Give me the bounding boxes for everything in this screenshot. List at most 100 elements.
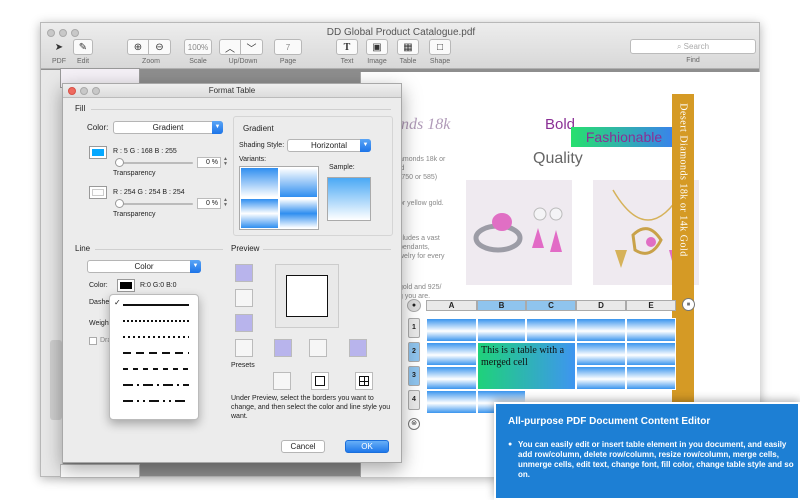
border-right-icon[interactable] bbox=[349, 339, 367, 357]
dash-option-dash-dot[interactable] bbox=[123, 377, 189, 392]
row-header[interactable]: 1 bbox=[408, 318, 420, 338]
column-header[interactable]: B bbox=[477, 300, 526, 311]
chevron-down-icon[interactable]: ﹀ bbox=[241, 39, 263, 55]
border-preview-area[interactable] bbox=[275, 264, 339, 328]
border-outer-icon[interactable] bbox=[274, 339, 292, 357]
table-cell[interactable] bbox=[626, 318, 676, 342]
dash-option-dashes[interactable] bbox=[123, 345, 189, 360]
border-all-icon[interactable] bbox=[235, 264, 253, 282]
body-text-line[interactable]: amonds 18k or bbox=[399, 156, 445, 163]
zoom-out-icon[interactable]: ⊖ bbox=[149, 39, 171, 55]
preset-none-icon[interactable] bbox=[273, 372, 291, 390]
pause-icon[interactable]: ⏸ bbox=[682, 298, 695, 311]
quality-word[interactable]: Quality bbox=[533, 150, 583, 168]
scale-value[interactable]: 100% bbox=[184, 39, 212, 55]
page-number-field[interactable]: 7 bbox=[274, 39, 302, 55]
transparency1-field[interactable]: 0 % bbox=[197, 157, 221, 168]
toolbar-image[interactable]: ▣ Image bbox=[363, 39, 391, 65]
table-cell[interactable] bbox=[477, 318, 526, 342]
toolbar-page[interactable]: 7 Page bbox=[273, 39, 303, 65]
toolbar-find[interactable]: ⌕ Search Find bbox=[628, 39, 758, 64]
body-text-line[interactable]: or yellow gold. bbox=[399, 200, 444, 207]
dialog-minimize-button[interactable] bbox=[80, 87, 88, 95]
body-text-line[interactable]: (750 or 585) bbox=[399, 174, 437, 181]
table-cell[interactable] bbox=[426, 366, 477, 390]
toolbar-shape[interactable]: □ Shape bbox=[426, 39, 454, 65]
gradient-variant[interactable] bbox=[279, 198, 318, 229]
dash-option-dash-dot-dot[interactable] bbox=[123, 393, 189, 408]
heading-partial[interactable]: nds 18k bbox=[401, 116, 450, 134]
chevron-up-icon[interactable]: ︿ bbox=[219, 39, 241, 55]
table-cell[interactable] bbox=[626, 366, 676, 390]
fashionable-text-box[interactable]: Fashionable bbox=[571, 127, 677, 147]
toolbar-table[interactable]: ▦ Table bbox=[394, 39, 422, 65]
gradient-color2-rgb: R : 254 G : 254 B : 254 bbox=[113, 189, 185, 196]
transparency2-stepper[interactable]: ▲ ▼ bbox=[222, 198, 229, 209]
body-text-line[interactable]: cludes a vast bbox=[399, 235, 440, 242]
table-cell[interactable] bbox=[426, 390, 477, 414]
add-row-icon[interactable]: ⊜ bbox=[408, 418, 420, 430]
body-text-line[interactable]: welry for every bbox=[399, 253, 445, 260]
toolbar-zoom[interactable]: ⊕ ⊖ Zoom bbox=[127, 39, 175, 65]
dash-style-menu[interactable]: ✓ bbox=[109, 294, 199, 420]
ok-button[interactable]: OK bbox=[345, 440, 389, 453]
dialog-close-button[interactable] bbox=[68, 87, 76, 95]
page-thumbnail[interactable] bbox=[60, 464, 140, 478]
table-cell[interactable] bbox=[576, 318, 626, 342]
toolbar-scale[interactable]: 100% Scale bbox=[182, 39, 214, 65]
dash-option-solid[interactable] bbox=[123, 297, 189, 312]
toolbar-edit[interactable]: ✎ Edit bbox=[69, 39, 97, 65]
gradient-variant[interactable] bbox=[279, 167, 318, 198]
table-select-handle[interactable]: ● bbox=[407, 299, 421, 312]
row-header[interactable]: 3 bbox=[408, 366, 420, 386]
column-header[interactable]: D bbox=[576, 300, 626, 311]
line-mode-select[interactable]: Color ▼ bbox=[87, 260, 201, 273]
border-inner-icon[interactable] bbox=[235, 339, 253, 357]
gradient-variant[interactable] bbox=[240, 167, 279, 198]
transparency2-knob[interactable] bbox=[115, 199, 124, 208]
transparency1-knob[interactable] bbox=[115, 158, 124, 167]
merged-cell[interactable]: This is a table with a merged cell bbox=[477, 342, 576, 390]
preset-box-icon[interactable] bbox=[311, 372, 329, 390]
table-cell[interactable] bbox=[526, 318, 576, 342]
edit-icon: ✎ bbox=[73, 39, 93, 55]
dialog-zoom-button[interactable] bbox=[92, 87, 100, 95]
cancel-button[interactable]: Cancel bbox=[281, 440, 325, 453]
search-input[interactable]: ⌕ Search bbox=[630, 39, 756, 54]
border-horizontal-icon[interactable] bbox=[235, 289, 253, 307]
border-bottom-icon[interactable] bbox=[235, 314, 253, 332]
fill-mode-select[interactable]: Gradient ▼ bbox=[113, 121, 223, 134]
row-header[interactable]: 2 bbox=[408, 342, 420, 362]
body-text-line[interactable]: pendants, bbox=[399, 244, 430, 251]
table-cell[interactable] bbox=[426, 318, 477, 342]
shading-style-select[interactable]: Horizontal ▼ bbox=[287, 139, 371, 152]
transparency1-slider[interactable] bbox=[115, 162, 193, 164]
row-header[interactable]: 4 bbox=[408, 390, 420, 410]
transparency2-field[interactable]: 0 % bbox=[197, 198, 221, 209]
draw-checkbox[interactable] bbox=[89, 337, 97, 345]
pink-ring-earrings-image[interactable] bbox=[466, 180, 572, 285]
border-vertical-icon[interactable] bbox=[309, 339, 327, 357]
table-cell[interactable] bbox=[626, 342, 676, 366]
zoom-in-icon[interactable]: ⊕ bbox=[127, 39, 149, 55]
column-header[interactable]: C bbox=[526, 300, 576, 311]
dash-option-fine-dots[interactable] bbox=[123, 313, 189, 328]
column-header[interactable]: A bbox=[426, 300, 477, 311]
table-cell[interactable] bbox=[426, 342, 477, 366]
table-cell[interactable] bbox=[576, 342, 626, 366]
toolbar-updown[interactable]: ︿ ﹀ Up/Down bbox=[219, 39, 267, 65]
dash-option-short-dashes[interactable] bbox=[123, 361, 189, 376]
gradient-variant[interactable] bbox=[240, 198, 279, 229]
table-cell[interactable] bbox=[576, 366, 626, 390]
transparency1-stepper[interactable]: ▲ ▼ bbox=[222, 157, 229, 168]
gradient-color1-swatch[interactable] bbox=[89, 146, 107, 159]
dash-option-dots[interactable] bbox=[123, 329, 189, 344]
column-header[interactable]: E bbox=[626, 300, 676, 311]
gradient-heading: Gradient bbox=[243, 124, 274, 133]
preset-grid-icon[interactable] bbox=[355, 372, 373, 390]
transparency2-slider[interactable] bbox=[115, 203, 193, 205]
toolbar-text[interactable]: T Text bbox=[333, 39, 361, 65]
gradient-color2-swatch[interactable] bbox=[89, 186, 107, 199]
line-color-swatch[interactable] bbox=[117, 279, 135, 292]
body-text-line[interactable]: gold and 925/ bbox=[399, 284, 441, 291]
